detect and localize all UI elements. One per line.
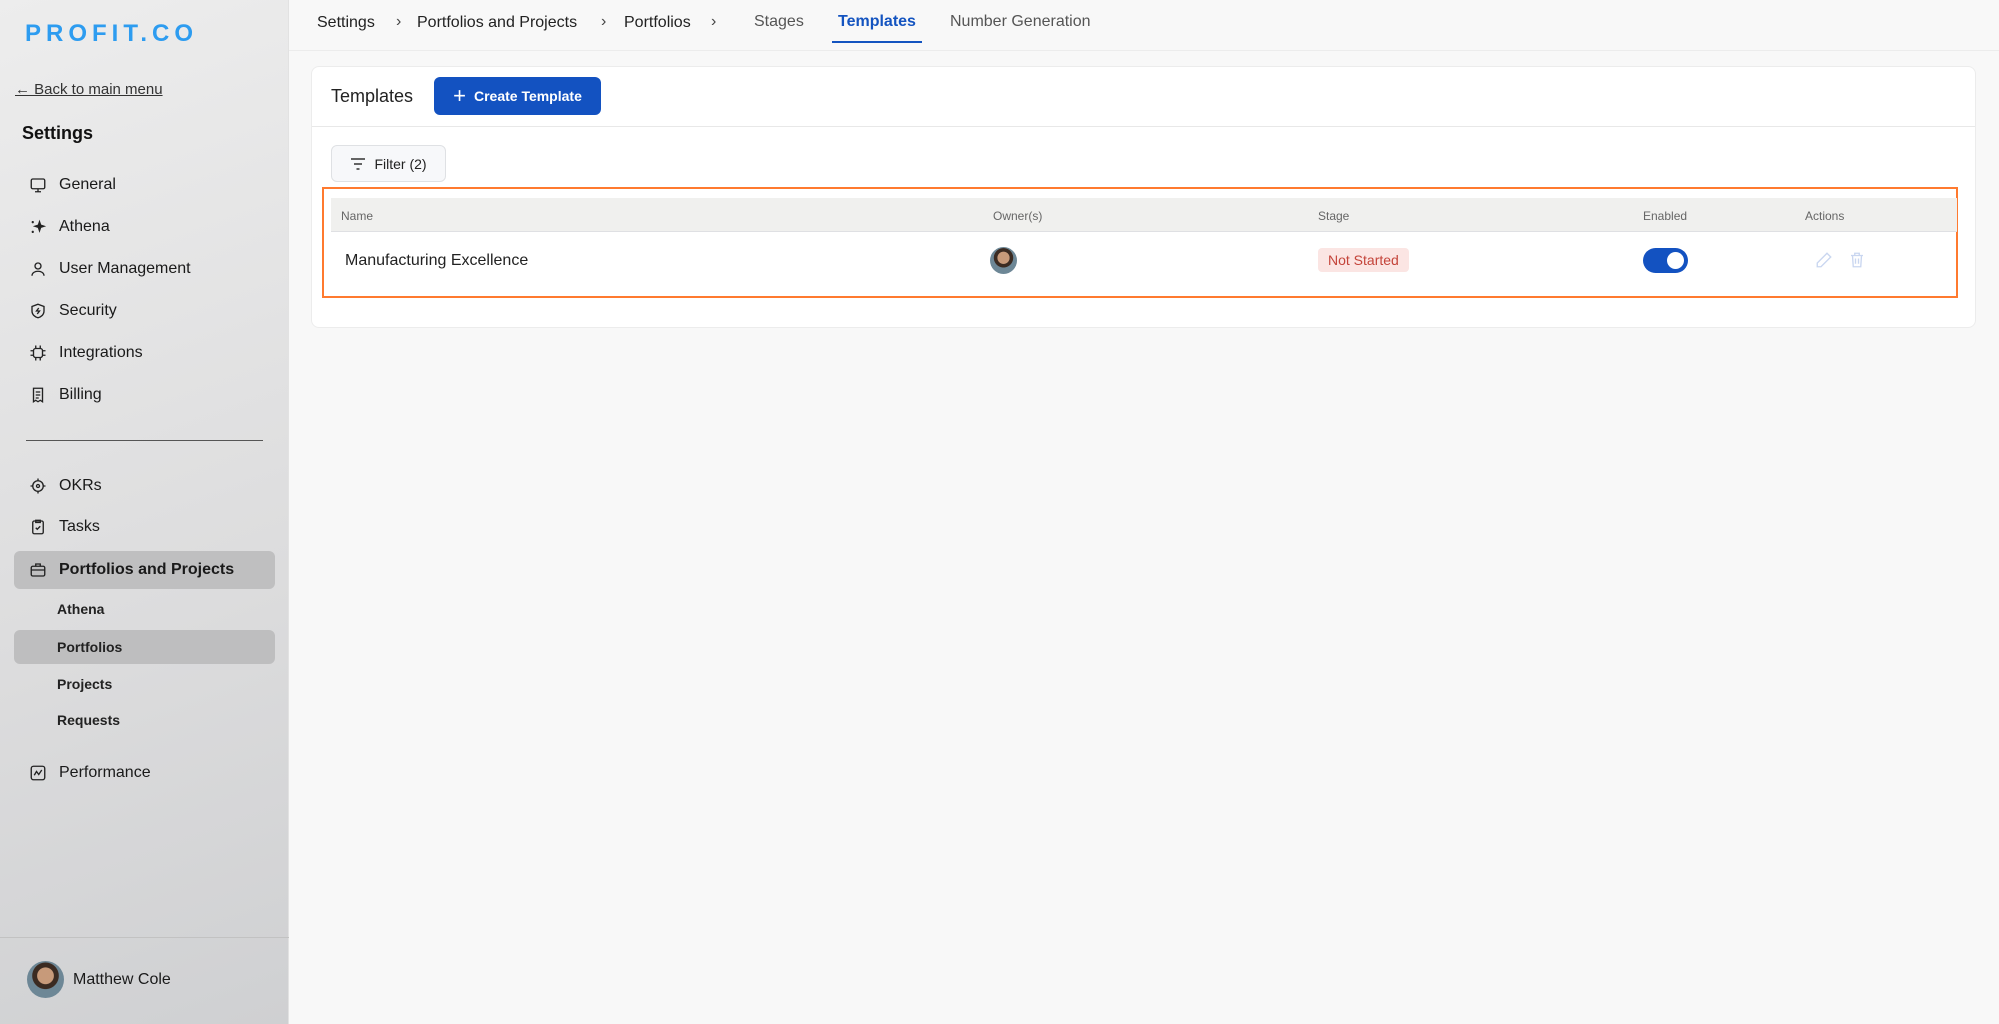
plus-icon: + [453,83,466,108]
chip-icon [30,345,46,361]
shield-icon [31,303,45,319]
filter-button[interactable]: Filter (2) [331,145,446,182]
filter-icon [351,157,366,170]
sidebar-item-performance[interactable]: Performance [14,754,275,792]
tab-templates[interactable]: Templates [838,13,916,31]
column-header-stage[interactable]: Stage [1318,209,1349,223]
column-header-actions: Actions [1805,209,1845,223]
sidebar-item-label: Security [59,302,117,319]
sidebar-item-integrations[interactable]: Integrations [14,334,275,372]
sidebar-divider [26,440,263,441]
template-name[interactable]: Manufacturing Excellence [345,252,528,270]
filter-label: Filter (2) [374,155,427,172]
chart-line-icon [30,765,46,781]
breadcrumb-separator: › [711,13,717,30]
breadcrumb-separator: › [601,13,607,30]
card-header: Templates + Create Template [312,67,1975,127]
tab-stages[interactable]: Stages [754,13,804,31]
breadcrumb-separator: › [396,13,402,30]
receipt-icon [32,387,44,404]
card-title: Templates [331,86,414,106]
sidebar-item-label: General [59,176,116,193]
column-header-name[interactable]: Name [341,209,373,223]
create-template-label: Create Template [473,88,582,104]
user-profile[interactable]: Matthew Cole [27,961,171,998]
sidebar: PROFIT.CO ← Back to main menu Settings G… [0,0,289,1024]
sidebar-item-label: Athena [59,218,110,235]
enabled-toggle[interactable] [1643,248,1688,273]
sidebar-subitem-requests[interactable]: Requests [14,703,275,737]
breadcrumb-settings[interactable]: Settings [317,14,375,32]
avatar [27,961,64,998]
back-to-main-menu-link[interactable]: ← Back to main menu [15,81,163,98]
delete-trash-icon[interactable] [1848,251,1866,269]
monitor-icon [30,178,46,193]
sparkles-icon [31,219,47,233]
briefcase-icon [30,563,46,577]
sidebar-item-okrs[interactable]: OKRs [14,467,275,505]
sidebar-item-label: OKRs [59,477,102,494]
active-tab-indicator [832,41,922,43]
top-navigation: Settings › Portfolios and Projects › Por… [289,0,1999,51]
sidebar-subitem-projects[interactable]: Projects [14,667,275,701]
target-icon [30,478,46,494]
sidebar-subitem-athena[interactable]: Athena [14,592,275,626]
user-name: Matthew Cole [73,970,171,988]
templates-card: Templates + Create Template Filter (2) N… [311,66,1976,328]
owner-avatar [990,247,1017,274]
edit-pencil-icon[interactable] [1815,251,1833,269]
sidebar-item-security[interactable]: Security [14,292,275,330]
sidebar-item-label: Portfolios and Projects [59,561,235,578]
sidebar-item-label: User Management [59,260,191,277]
sidebar-item-label: Integrations [59,344,143,361]
tab-number-generation[interactable]: Number Generation [950,13,1091,31]
sidebar-item-athena[interactable]: Athena [14,208,275,246]
breadcrumb-portfolios[interactable]: Portfolios [624,14,691,32]
column-header-owners[interactable]: Owner(s) [993,209,1042,223]
sidebar-item-general[interactable]: General [14,166,275,204]
sidebar-item-user-management[interactable]: User Management [14,250,275,288]
sidebar-bottom-divider [0,937,289,938]
sidebar-title: Settings [22,123,94,143]
column-header-enabled[interactable]: Enabled [1643,209,1687,223]
logo: PROFIT.CO [25,20,199,47]
stage-badge: Not Started [1318,248,1409,272]
clipboard-check-icon [32,519,44,535]
sidebar-item-label: Performance [59,764,151,781]
sidebar-subitem-portfolios[interactable]: Portfolios [14,630,275,664]
breadcrumb-portfolios-and-projects[interactable]: Portfolios and Projects [417,14,577,32]
table-header: Name Owner(s) Stage Enabled Actions [331,198,1957,232]
sidebar-item-billing[interactable]: Billing [14,376,275,414]
sidebar-item-portfolios-and-projects[interactable]: Portfolios and Projects [14,551,275,589]
create-template-button[interactable]: + Create Template [434,77,601,115]
user-icon [31,262,45,276]
sidebar-item-tasks[interactable]: Tasks [14,508,275,546]
sidebar-item-label: Tasks [59,518,100,535]
sidebar-item-label: Billing [59,386,102,403]
